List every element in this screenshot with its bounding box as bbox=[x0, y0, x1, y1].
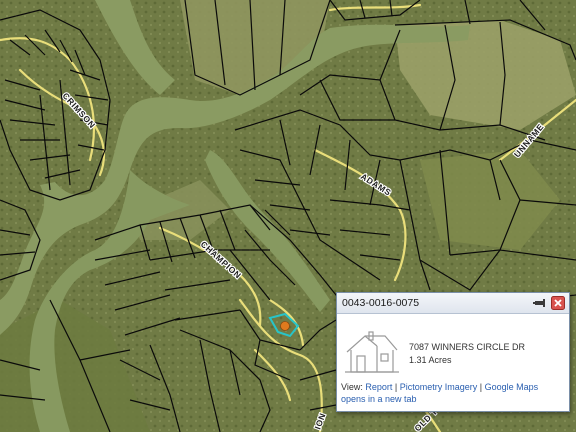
link-separator: | bbox=[392, 382, 400, 392]
house-icon bbox=[345, 331, 399, 373]
popup-links: View: Report | Pictometry Imagery | Goog… bbox=[341, 381, 565, 405]
popup-header[interactable]: 0043-0016-0075 bbox=[337, 293, 569, 314]
report-link[interactable]: Report bbox=[365, 382, 392, 392]
parcel-acres: 1.31 Acres bbox=[409, 355, 452, 365]
view-label: View: bbox=[341, 382, 363, 392]
pictometry-imagery-link[interactable]: Pictometry Imagery bbox=[400, 382, 478, 392]
parcel-id-title: 0043-0016-0075 bbox=[342, 297, 420, 309]
close-icon[interactable] bbox=[551, 296, 565, 310]
popup-body: 7087 WINNERS CIRCLE DR 1.31 Acres View: … bbox=[337, 314, 569, 411]
link-separator: | bbox=[477, 382, 485, 392]
parcel-info-popup[interactable]: 0043-0016-0075 7087 WINNERS CIRCLE DR 1.… bbox=[336, 292, 570, 412]
location-marker[interactable] bbox=[280, 321, 290, 331]
dock-icon[interactable] bbox=[533, 296, 547, 310]
parcel-address: 7087 WINNERS CIRCLE DR bbox=[409, 342, 526, 352]
